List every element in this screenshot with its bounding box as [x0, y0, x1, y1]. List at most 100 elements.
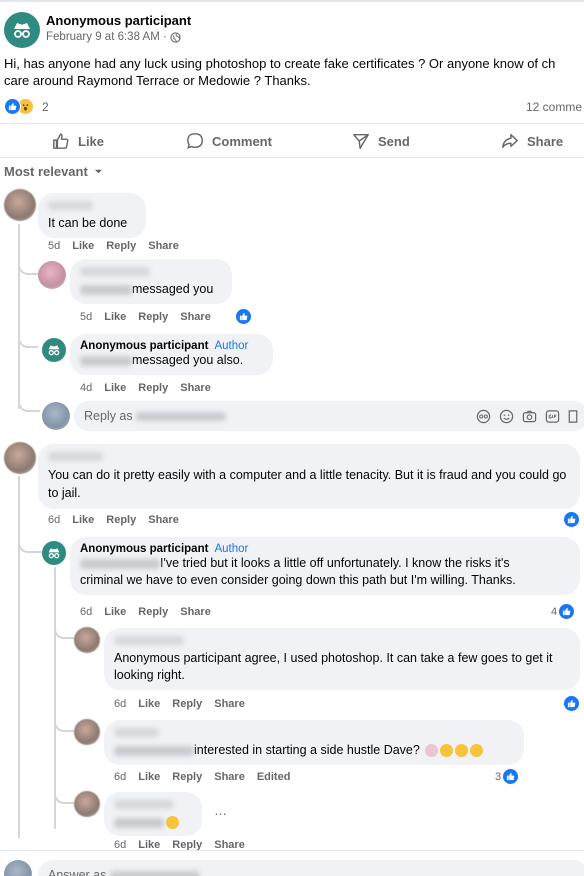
- like-reaction-icon: [4, 98, 21, 115]
- commenter-avatar[interactable]: [4, 189, 36, 221]
- share-button[interactable]: Share: [501, 128, 563, 154]
- caret-down-icon: [94, 169, 102, 174]
- comment-count[interactable]: 12 comme: [526, 100, 582, 114]
- rolling-laughing-emoji-icon: [166, 816, 179, 830]
- gif-icon[interactable]: [545, 409, 560, 424]
- comment-button[interactable]: Comment: [186, 128, 272, 154]
- comment-time[interactable]: 6d: [114, 698, 126, 710]
- comment-time[interactable]: 5d: [80, 311, 92, 323]
- redacted-name: [48, 201, 93, 210]
- author-avatar[interactable]: [42, 541, 66, 565]
- comment-like-badge[interactable]: [564, 696, 579, 711]
- emoji-icon[interactable]: [499, 409, 514, 424]
- comment-actions: 4d Like Reply Share: [80, 382, 211, 394]
- comment-share-button[interactable]: Share: [180, 311, 211, 323]
- comment-author-name[interactable]: Anonymous participant Author: [80, 543, 570, 555]
- thumbs-up-icon: [53, 133, 69, 149]
- like-reaction-icon: [503, 769, 519, 784]
- thread-connector: [18, 525, 42, 553]
- reaction-count[interactable]: 2: [42, 100, 49, 114]
- comment-time[interactable]: 6d: [80, 606, 92, 618]
- author-name-text: Anonymous participant: [80, 543, 209, 555]
- comment-reply-button[interactable]: Reply: [172, 698, 202, 710]
- globe-icon: [170, 31, 181, 43]
- comment-share-button[interactable]: Share: [148, 514, 179, 526]
- commenter-avatar[interactable]: [74, 719, 100, 745]
- author-badge: Author: [214, 543, 249, 555]
- answer-input[interactable]: Answer as: [38, 860, 584, 876]
- redacted-mention: [80, 284, 132, 295]
- comment-text-line: criminal we have to even consider going …: [80, 573, 516, 587]
- comment-reply-button[interactable]: Reply: [138, 382, 168, 394]
- send-icon: [353, 133, 369, 149]
- author-avatar[interactable]: [42, 338, 66, 362]
- comment-text: [114, 814, 192, 831]
- post-author-name[interactable]: Anonymous participant: [46, 13, 191, 28]
- commenter-avatar[interactable]: [74, 791, 100, 817]
- commenter-avatar[interactable]: [4, 442, 36, 474]
- comment-text: It can be done: [48, 216, 128, 230]
- thread-connector: [18, 390, 40, 412]
- comment-like-button[interactable]: Like: [72, 240, 94, 252]
- sort-label: Most relevant: [4, 164, 88, 179]
- comment-reply-button[interactable]: Reply: [106, 514, 136, 526]
- redacted-mention: [114, 817, 164, 828]
- post-body-line: care around Raymond Terrace or Medowie ?…: [4, 73, 311, 88]
- reaction-count-badge[interactable]: 3: [495, 769, 519, 784]
- answer-placeholder: Answer as: [48, 868, 200, 876]
- sort-dropdown[interactable]: Most relevant: [4, 164, 103, 179]
- comment-reply-button[interactable]: Reply: [106, 240, 136, 252]
- comment-reply-button[interactable]: Reply: [138, 311, 168, 323]
- comment-actions: 6d Like Reply Share: [80, 606, 211, 618]
- sticker-icon[interactable]: [568, 409, 578, 424]
- post-author-avatar[interactable]: [4, 12, 40, 48]
- comment-time[interactable]: 5d: [48, 240, 60, 252]
- current-user-avatar[interactable]: [4, 860, 32, 876]
- thread-connector: [18, 250, 38, 275]
- like-button[interactable]: Like: [52, 128, 104, 154]
- current-user-avatar[interactable]: [42, 402, 70, 430]
- comment-like-button[interactable]: Like: [138, 771, 160, 783]
- comment-share-button[interactable]: Share: [180, 606, 211, 618]
- comment-reply-button[interactable]: Reply: [172, 771, 202, 783]
- comment-time[interactable]: 6d: [114, 771, 126, 783]
- comment-bubble: You can do it pretty easily with a compu…: [38, 444, 580, 509]
- reply-input[interactable]: Reply as: [74, 401, 584, 431]
- comment-share-button[interactable]: Share: [214, 771, 245, 783]
- comment-share-button[interactable]: Share: [214, 698, 245, 710]
- laughing-emoji-icon: [440, 744, 454, 758]
- comment-like-badge[interactable]: [236, 309, 251, 324]
- send-button-label: Send: [378, 133, 410, 149]
- comment-share-button[interactable]: Share: [180, 382, 211, 394]
- comment-like-button[interactable]: Like: [104, 311, 126, 323]
- commenter-avatar[interactable]: [74, 627, 100, 653]
- post-timestamp[interactable]: February 9 at 6:38 AM ·: [46, 31, 167, 43]
- comment-bubble: interested in starting a side hustle Dav…: [104, 720, 524, 765]
- reaction-count-badge[interactable]: 4: [551, 604, 575, 619]
- send-button[interactable]: Send: [352, 128, 410, 154]
- avatar-sticker-icon[interactable]: [476, 409, 491, 424]
- comment-like-badge[interactable]: [564, 512, 579, 527]
- comment-like-button[interactable]: Like: [104, 382, 126, 394]
- top-border: [0, 0, 584, 2]
- commenter-avatar[interactable]: [38, 261, 66, 289]
- reactions-summary[interactable]: [4, 98, 34, 115]
- thread-connector: [54, 615, 74, 639]
- comment-like-button[interactable]: Like: [138, 698, 160, 710]
- comment-text: You can do it pretty easily with a compu…: [48, 468, 567, 500]
- comment-button-label: Comment: [212, 133, 272, 149]
- comment-time[interactable]: 6d: [48, 514, 60, 526]
- comment-share-button[interactable]: Share: [148, 240, 179, 252]
- comment-like-button[interactable]: Like: [104, 606, 126, 618]
- divider: [0, 157, 584, 158]
- more-options-button[interactable]: …: [214, 803, 227, 818]
- comment-like-button[interactable]: Like: [72, 514, 94, 526]
- camera-icon[interactable]: [522, 409, 537, 424]
- reaction-count: 3: [495, 770, 502, 783]
- comment-author-name[interactable]: Anonymous participant Author: [80, 340, 263, 352]
- author-name-text: Anonymous participant: [80, 340, 209, 352]
- edited-label[interactable]: Edited: [257, 771, 291, 783]
- comment-reply-button[interactable]: Reply: [138, 606, 168, 618]
- reply-as-label: Reply as: [84, 409, 133, 423]
- comment-time[interactable]: 4d: [80, 382, 92, 394]
